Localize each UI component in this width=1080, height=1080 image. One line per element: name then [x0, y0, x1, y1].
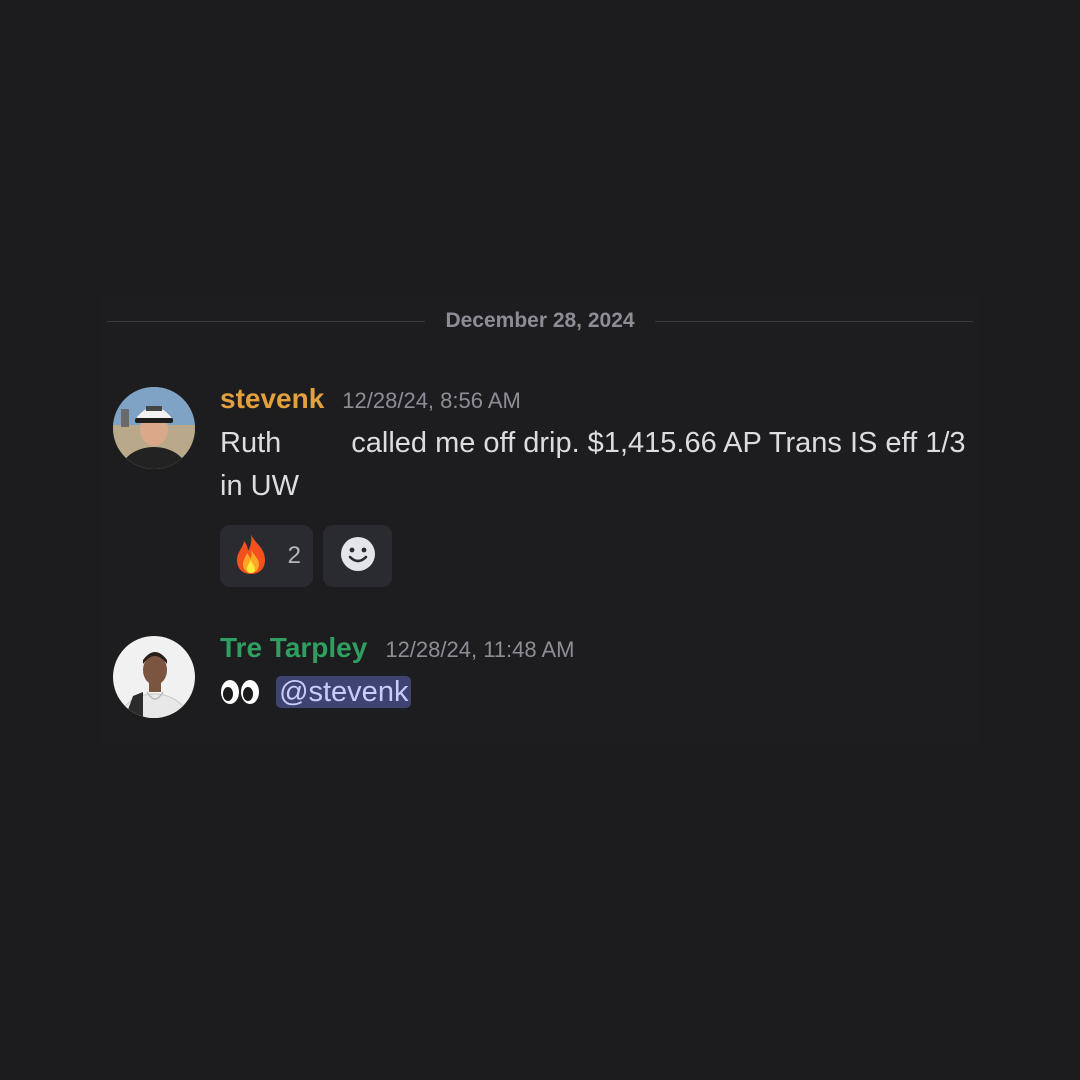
divider-line-left — [107, 320, 426, 322]
message-content: stevenk 12/28/24, 8:56 AM Ruth called me … — [220, 383, 970, 587]
username[interactable]: stevenk — [220, 383, 324, 415]
reaction-fire[interactable]: 2 — [220, 525, 313, 587]
message-text: @stevenk — [220, 671, 970, 714]
reactions-bar: 2 — [220, 525, 970, 587]
chat-screen: December 28, 2024 stevenk 12/28/24, 8:56… — [0, 0, 1080, 1080]
smiley-icon — [340, 536, 376, 577]
avatar-tre-tarpley[interactable] — [113, 636, 195, 718]
fire-icon — [232, 533, 270, 580]
reaction-count: 2 — [287, 542, 301, 569]
message-text-part1: Ruth — [220, 427, 282, 459]
timestamp: 12/28/24, 8:56 AM — [342, 388, 521, 413]
message-text-part2: called me off drip. $1,415.66 AP Trans I… — [220, 427, 966, 502]
add-reaction-button[interactable] — [323, 525, 392, 587]
timestamp: 12/28/24, 11:48 AM — [385, 637, 575, 662]
date-divider: December 28, 2024 — [107, 305, 974, 337]
message-text: Ruth called me off drip. $1,415.66 AP Tra… — [220, 422, 970, 508]
message-header: stevenk 12/28/24, 8:56 AM — [220, 383, 970, 417]
message-content: Tre Tarpley 12/28/24, 11:48 AM @stevenk — [220, 632, 970, 714]
divider-line-right — [654, 320, 974, 322]
eyes-icon — [220, 676, 268, 708]
username[interactable]: Tre Tarpley — [220, 632, 367, 664]
user-mention[interactable]: @stevenk — [276, 676, 412, 708]
avatar-stevenk[interactable] — [113, 387, 195, 469]
message-header: Tre Tarpley 12/28/24, 11:48 AM — [220, 632, 970, 666]
date-divider-label: December 28, 2024 — [445, 309, 635, 332]
